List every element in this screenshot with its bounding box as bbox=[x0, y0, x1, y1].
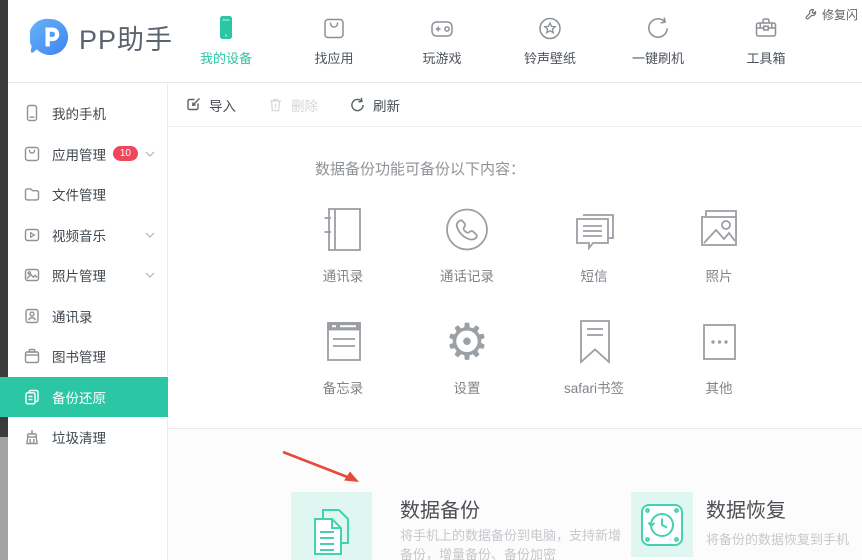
backup-type-contacts[interactable]: 通讯录 bbox=[288, 203, 398, 285]
ellipsis-box-icon bbox=[703, 324, 736, 360]
app-count-badge: 10 bbox=[112, 146, 138, 162]
nav-ringtones-wallpapers[interactable]: 铃声壁纸 bbox=[508, 9, 592, 67]
pp-logo-icon bbox=[30, 18, 69, 55]
sidebar-item-photo-management[interactable]: 照片管理 bbox=[8, 255, 167, 296]
data-backup-card[interactable] bbox=[291, 492, 372, 560]
contact-icon bbox=[25, 308, 39, 323]
chevron-down-icon bbox=[145, 151, 155, 157]
app-bag-icon bbox=[292, 9, 376, 43]
window-edge-strip-dark bbox=[0, 0, 8, 437]
sidebar-item-backup-restore[interactable]: 备份还原 bbox=[0, 376, 168, 417]
chevron-down-icon bbox=[145, 272, 155, 279]
fix-crash-link[interactable]: 修复闪 bbox=[805, 6, 858, 23]
restore-card-description: 将备份的数据恢复到手机 bbox=[706, 532, 850, 547]
backup-card-title[interactable]: 数据备份 bbox=[400, 494, 480, 523]
toolbox-icon bbox=[724, 9, 808, 43]
backup-card-description: 将手机上的数据备份到电脑，支持新增 备份，增量备份、备份加密 bbox=[400, 528, 622, 560]
app-logo: PP助手 bbox=[30, 17, 173, 57]
photo-icon bbox=[24, 269, 40, 282]
address-book-icon bbox=[324, 208, 361, 251]
wrench-icon bbox=[805, 8, 817, 20]
sidebar-item-book-management[interactable]: 图书管理 bbox=[8, 336, 167, 377]
restore-clock-icon bbox=[641, 503, 683, 546]
sidebar-item-file-management[interactable]: 文件管理 bbox=[8, 174, 167, 215]
nav-play-games[interactable]: 玩游戏 bbox=[400, 9, 484, 67]
nav-toolbox[interactable]: 工具箱 bbox=[724, 9, 808, 67]
backup-type-others[interactable]: 其他 bbox=[664, 315, 774, 397]
phone-call-icon bbox=[446, 208, 488, 251]
trash-icon bbox=[270, 98, 281, 112]
flash-refresh-icon bbox=[616, 9, 700, 43]
logo-text: PP助手 bbox=[79, 24, 174, 55]
action-cards-section: 数据备份 将手机上的数据备份到电脑，支持新增 备份，增量备份、备份加密 数据恢复… bbox=[168, 428, 862, 560]
delete-button[interactable]: 删除 bbox=[267, 95, 318, 115]
refresh-button[interactable]: 刷新 bbox=[349, 95, 400, 115]
bookmark-icon bbox=[580, 320, 610, 365]
refresh-icon bbox=[351, 97, 364, 112]
header: PP助手 我的设备 找应用 玩游戏 铃声壁纸 一键刷机 工具箱 修复闪 bbox=[8, 0, 862, 83]
sidebar-item-video-music[interactable]: 视频音乐 bbox=[8, 215, 167, 256]
nav-one-key-flash[interactable]: 一键刷机 bbox=[616, 9, 700, 67]
red-annotation-arrow bbox=[282, 450, 359, 482]
photos-icon bbox=[701, 210, 737, 246]
sidebar-item-my-phone[interactable]: 我的手机 bbox=[8, 93, 167, 134]
data-restore-card[interactable] bbox=[631, 492, 693, 557]
sidebar-item-junk-cleanup[interactable]: 垃圾清理 bbox=[8, 417, 167, 458]
backup-type-photos[interactable]: 照片 bbox=[664, 203, 774, 285]
phone-icon bbox=[26, 105, 38, 122]
gamepad-icon bbox=[400, 9, 484, 43]
notes-icon bbox=[327, 322, 361, 361]
backup-toolbar: 导入 删除 刷新 bbox=[168, 83, 862, 127]
broom-icon bbox=[26, 430, 38, 445]
backup-type-settings[interactable]: ⚙ 设置 bbox=[412, 315, 522, 397]
video-icon bbox=[24, 228, 40, 241]
backup-type-notes[interactable]: 备忘录 bbox=[288, 315, 398, 397]
backup-documents-icon bbox=[313, 509, 349, 555]
restore-card-title[interactable]: 数据恢复 bbox=[706, 494, 786, 523]
import-button[interactable]: 导入 bbox=[185, 95, 236, 115]
backup-content: 数据备份功能可备份以下内容： 通讯录 通话记录 短信 照片 备忘录 ⚙ 设置 s… bbox=[168, 127, 862, 428]
top-navigation: 我的设备 找应用 玩游戏 铃声壁纸 一键刷机 工具箱 bbox=[184, 9, 808, 67]
app-bag-icon bbox=[24, 146, 40, 161]
device-icon bbox=[184, 9, 268, 43]
sidebar-item-contacts[interactable]: 通讯录 bbox=[8, 296, 167, 337]
sidebar-item-app-management[interactable]: 应用管理 10 bbox=[8, 134, 167, 175]
star-circle-icon bbox=[508, 9, 592, 43]
backup-type-sms[interactable]: 短信 bbox=[539, 203, 649, 285]
backup-type-safari-bookmarks[interactable]: safari书签 bbox=[539, 315, 649, 397]
book-icon bbox=[24, 349, 40, 364]
backup-restore-icon bbox=[25, 389, 39, 405]
gear-icon: ⚙ bbox=[444, 313, 490, 371]
folder-icon bbox=[24, 188, 40, 201]
backup-heading: 数据备份功能可备份以下内容： bbox=[315, 161, 526, 178]
backup-type-call-records[interactable]: 通话记录 bbox=[412, 203, 522, 285]
import-icon bbox=[187, 98, 200, 111]
messages-icon bbox=[576, 214, 614, 251]
nav-find-apps[interactable]: 找应用 bbox=[292, 9, 376, 67]
sidebar: 我的手机 应用管理 10 文件管理 视频音乐 照片管理 通讯录 图书管理 备份还… bbox=[0, 84, 168, 560]
window-edge-strip-light bbox=[0, 437, 8, 560]
chevron-down-icon bbox=[145, 232, 155, 238]
nav-my-device[interactable]: 我的设备 bbox=[184, 9, 268, 67]
pp-assistant-window: PP助手 我的设备 找应用 玩游戏 铃声壁纸 一键刷机 工具箱 修复闪 我的手机… bbox=[0, 0, 862, 560]
